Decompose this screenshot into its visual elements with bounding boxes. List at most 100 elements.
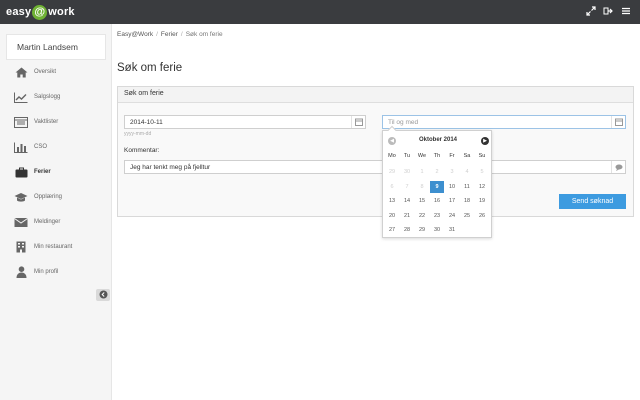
vacation-request-panel: Søk om ferie xyxy=(117,86,634,217)
chevron-left-icon[interactable]: ◀ xyxy=(388,137,396,145)
to-date-placeholder: Til og med xyxy=(388,119,419,126)
sidebar-item-label: Ferier xyxy=(34,169,51,175)
sidebar-item-label: Meldinger xyxy=(34,219,61,225)
menu-icon[interactable] xyxy=(620,6,632,18)
send-request-button[interactable]: Send søknad xyxy=(559,194,626,209)
calendar-day[interactable]: 30 xyxy=(430,224,444,236)
calendar-day[interactable]: 29 xyxy=(415,224,429,236)
calendar-list-icon xyxy=(14,116,28,128)
comment-value: Jeg har tenkt meg på fjelltur xyxy=(130,164,211,171)
calendar-day: 3 xyxy=(450,169,454,175)
sidebar-item-label: Oversikt xyxy=(34,69,57,75)
calendar-day: 29 xyxy=(388,169,396,175)
top-bar: easy @ work xyxy=(0,0,640,24)
calendar-icon[interactable] xyxy=(611,116,625,128)
chevron-right-icon[interactable]: ▶ xyxy=(481,137,489,145)
breadcrumb-ferier-link[interactable]: Ferier xyxy=(161,31,178,38)
weekday-header: Su xyxy=(478,153,486,159)
calendar-day[interactable]: 22 xyxy=(415,210,429,222)
from-date-value: 2014-10-11 xyxy=(130,119,163,126)
graduation-cap-icon xyxy=(14,191,28,203)
calendar-day[interactable]: 13 xyxy=(385,195,399,207)
circle-arrow-left-icon xyxy=(99,286,108,304)
app-logo[interactable]: easy @ work xyxy=(6,3,75,21)
user-name-box[interactable]: Martin Landsem xyxy=(6,34,106,60)
sidebar-item-ferier[interactable]: Ferier xyxy=(0,162,111,182)
sidebar-item-label: Vaktlister xyxy=(34,119,59,125)
sidebar-item-cso[interactable]: CSO xyxy=(0,137,111,157)
sidebar-item-label: Opplæring xyxy=(34,194,63,200)
weekday-header: Tu xyxy=(403,153,411,159)
calendar-day[interactable]: 28 xyxy=(400,224,414,236)
panel-title: Søk om ferie xyxy=(118,87,633,103)
sidebar-item-label: Salgslogg xyxy=(34,94,61,100)
calendar-day[interactable]: 24 xyxy=(445,210,459,222)
calendar-icon[interactable] xyxy=(351,116,365,128)
sidebar-item-salgslogg[interactable]: Salgslogg xyxy=(0,87,111,107)
bar-chart-icon xyxy=(14,141,28,153)
calendar-day[interactable]: 12 xyxy=(475,181,489,193)
calendar-day: 30 xyxy=(403,169,411,175)
sidebar-collapse-button[interactable] xyxy=(96,289,110,301)
page-title: Søk om ferie xyxy=(117,62,183,74)
calendar-day: 8 xyxy=(420,183,424,190)
calendar-day[interactable]: 25 xyxy=(460,210,474,222)
calendar-day[interactable]: 31 xyxy=(445,224,459,236)
building-icon xyxy=(14,241,28,253)
logo-at-icon: @ xyxy=(32,4,48,20)
weekday-header: Mo xyxy=(388,153,396,159)
calendar-day[interactable]: 23 xyxy=(430,210,444,222)
home-icon xyxy=(14,66,28,78)
calendar-day: 7 xyxy=(405,183,409,190)
expand-icon[interactable] xyxy=(585,6,597,18)
suitcase-icon xyxy=(14,166,28,178)
calendar-day[interactable]: 10 xyxy=(445,181,459,193)
logo-text-left: easy xyxy=(6,6,32,18)
comment-input[interactable]: Jeg har tenkt meg på fjelltur xyxy=(124,160,626,174)
calendar-day: 2 xyxy=(435,169,439,175)
weekday-header: Sa xyxy=(463,153,471,159)
chart-line-icon xyxy=(14,91,28,103)
date-format-hint: yyyy-mm-dd xyxy=(124,131,152,137)
calendar-day[interactable]: 21 xyxy=(400,210,414,222)
calendar-day-selected[interactable]: 9 xyxy=(430,180,444,193)
calendar-day: 4 xyxy=(465,169,469,175)
sidebar-item-label: CSO xyxy=(34,144,48,150)
sidebar-item-label: Min profil xyxy=(34,269,59,275)
weekday-header: We xyxy=(417,153,427,159)
sidebar-item-meldinger[interactable]: Meldinger xyxy=(0,212,111,232)
logo-text-right: work xyxy=(48,6,75,18)
weekday-header: Fr xyxy=(449,153,455,159)
sidebar-item-vaktlister[interactable]: Vaktlister xyxy=(0,112,111,132)
calendar-day: 5 xyxy=(480,169,484,175)
breadcrumb-separator: / xyxy=(156,31,158,38)
calendar-day[interactable]: 26 xyxy=(475,210,489,222)
calendar-day[interactable]: 16 xyxy=(430,195,444,207)
comment-label: Kommentar: xyxy=(124,147,160,154)
sidebar-item-min-profil[interactable]: Min profil xyxy=(0,262,111,282)
sidebar-item-min-restaurant[interactable]: Min restaurant xyxy=(0,237,111,257)
breadcrumb-separator: / xyxy=(180,31,183,38)
calendar-day[interactable]: 27 xyxy=(385,224,399,236)
calendar-day[interactable]: 14 xyxy=(400,195,414,207)
calendar-day[interactable]: 18 xyxy=(460,195,474,207)
calendar-day: 1 xyxy=(420,169,424,175)
to-date-input[interactable]: Til og med xyxy=(382,115,626,129)
calendar-day[interactable]: 17 xyxy=(445,195,459,207)
sidebar-item-label: Min restaurant xyxy=(34,244,73,250)
calendar-day[interactable]: 20 xyxy=(385,210,399,222)
calendar-day[interactable]: 11 xyxy=(460,181,474,193)
breadcrumb-current: Søk om ferie xyxy=(185,31,223,38)
calendar-day[interactable]: 15 xyxy=(415,195,429,207)
sidebar-item-opplaering[interactable]: Opplæring xyxy=(0,187,111,207)
from-date-input[interactable]: 2014-10-11 xyxy=(124,115,366,129)
user-icon xyxy=(14,266,28,278)
envelope-icon xyxy=(14,216,28,228)
datepicker-popup: ◀ Oktober 2014 ▶ Mo Tu We Th Fr Sa Su 29 30 1 2 3 4 5… xyxy=(382,125,492,238)
sidebar-item-oversikt[interactable]: Oversikt xyxy=(0,62,111,82)
logout-icon[interactable] xyxy=(602,6,614,18)
calendar-day[interactable]: 19 xyxy=(475,195,489,207)
datepicker-month-label: Oktober 2014 xyxy=(418,137,458,143)
calendar-day: 6 xyxy=(390,183,394,190)
breadcrumb-home-link[interactable]: Easy@Work xyxy=(117,31,153,38)
